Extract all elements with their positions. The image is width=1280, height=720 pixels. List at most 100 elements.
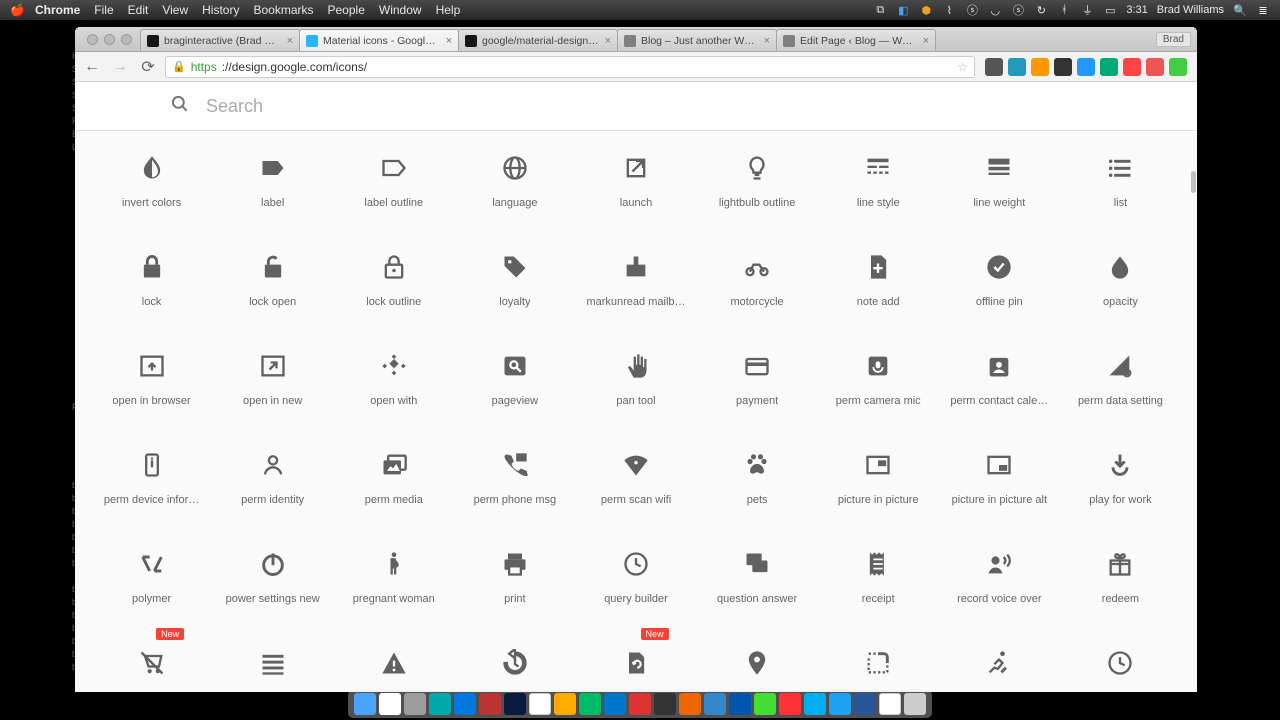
icon-item[interactable]: perm device infor… (91, 428, 212, 527)
icon-item[interactable]: room (697, 626, 818, 692)
dock-word[interactable] (854, 693, 876, 715)
icon-item[interactable]: line style (818, 131, 939, 230)
dock-app1[interactable] (429, 693, 451, 715)
dock-chrome[interactable] (529, 693, 551, 715)
app1-icon[interactable]: ◧ (896, 3, 910, 17)
icon-item[interactable]: perm contact cale… (939, 329, 1060, 428)
icon-item[interactable]: receipt (818, 527, 939, 626)
user-name[interactable]: Brad Williams (1157, 4, 1224, 16)
icon-item[interactable]: note add (818, 230, 939, 329)
menu-bookmarks[interactable]: Bookmarks (253, 3, 313, 17)
macos-dock[interactable] (348, 690, 932, 718)
browser-tab[interactable]: braginteractive (Brad Will…× (140, 29, 300, 51)
extension-icon[interactable] (1100, 58, 1118, 76)
menubar-app[interactable]: Chrome (35, 3, 80, 17)
icon-item[interactable]: perm phone msg (454, 428, 575, 527)
dock-finder[interactable] (354, 693, 376, 715)
menu-edit[interactable]: Edit (128, 3, 149, 17)
icon-item[interactable]: rounded corner (818, 626, 939, 692)
menu-file[interactable]: File (94, 3, 113, 17)
extension-icon[interactable] (1031, 58, 1049, 76)
icon-item[interactable]: open with (333, 329, 454, 428)
dock-app8[interactable] (754, 693, 776, 715)
icon-item[interactable]: Newremove shopping … (91, 626, 212, 692)
icon-item[interactable]: list (1060, 131, 1181, 230)
app2-icon[interactable]: ⬢ (919, 3, 933, 17)
forward-button[interactable]: → (109, 56, 131, 78)
dock-notes[interactable] (879, 693, 901, 715)
icon-item[interactable]: play for work (1060, 428, 1181, 527)
notifications-icon[interactable]: ≣ (1256, 3, 1270, 17)
bookmark-star-icon[interactable]: ☆ (957, 60, 968, 74)
icon-item[interactable]: power settings new (212, 527, 333, 626)
extension-icon[interactable] (1123, 58, 1141, 76)
icon-item[interactable]: offline pin (939, 230, 1060, 329)
icon-item[interactable]: launch (575, 131, 696, 230)
dock-app6[interactable] (679, 693, 701, 715)
menu-help[interactable]: Help (436, 3, 461, 17)
icon-item[interactable]: reorder (212, 626, 333, 692)
icon-item[interactable]: motorcycle (697, 230, 818, 329)
icon-item[interactable]: open in new (212, 329, 333, 428)
icon-item[interactable]: Newrestore page (575, 626, 696, 692)
battery-icon[interactable]: ▭ (1103, 3, 1117, 17)
close-tab-icon[interactable]: × (764, 35, 770, 47)
screenrec-icon[interactable]: ⧉ (873, 3, 887, 17)
icon-item[interactable]: pageview (454, 329, 575, 428)
dock-terminal[interactable] (654, 693, 676, 715)
address-bar[interactable]: 🔒 https://design.google.com/icons/ ☆ (165, 56, 975, 78)
dock-skype[interactable] (804, 693, 826, 715)
icon-item[interactable]: label outline (333, 131, 454, 230)
window-controls[interactable] (83, 34, 140, 51)
skype2-icon[interactable]: ⓢ (1011, 3, 1025, 17)
wifi-icon[interactable]: ⏚ (1080, 3, 1094, 17)
icon-item[interactable]: picture in picture (818, 428, 939, 527)
profile-badge[interactable]: Brad (1156, 32, 1191, 47)
icon-item[interactable]: report problem (333, 626, 454, 692)
icon-item[interactable]: label (212, 131, 333, 230)
icon-item[interactable]: print (454, 527, 575, 626)
dock-twitter[interactable] (829, 693, 851, 715)
icon-item[interactable]: language (454, 131, 575, 230)
apple-icon[interactable]: 🍎 (10, 3, 25, 17)
extension-icon[interactable] (1169, 58, 1187, 76)
clock[interactable]: 3:31 (1126, 4, 1147, 16)
icon-item[interactable]: line weight (939, 131, 1060, 230)
dock-trash[interactable] (904, 693, 926, 715)
dock-filezilla[interactable] (479, 693, 501, 715)
icon-item[interactable]: markunread mailb… (575, 230, 696, 329)
icon-item[interactable]: loyalty (454, 230, 575, 329)
dock-photoshop[interactable] (504, 693, 526, 715)
icon-item[interactable]: opacity (1060, 230, 1181, 329)
icon-grid-scroll[interactable]: invert colorslabellabel outlinelanguagel… (75, 131, 1197, 692)
close-tab-icon[interactable]: × (287, 35, 293, 47)
dock-app2[interactable] (454, 693, 476, 715)
dock-wordpress[interactable] (729, 693, 751, 715)
icon-item[interactable]: open in browser (91, 329, 212, 428)
dock-app4[interactable] (604, 693, 626, 715)
icon-item[interactable]: restore (454, 626, 575, 692)
dock-calendar[interactable] (379, 693, 401, 715)
dock-app9[interactable] (779, 693, 801, 715)
dock-firefox[interactable] (554, 693, 576, 715)
dock-app5[interactable] (629, 693, 651, 715)
search-input[interactable] (206, 96, 606, 117)
icon-item[interactable]: perm scan wifi (575, 428, 696, 527)
icon-item[interactable]: payment (697, 329, 818, 428)
icon-item[interactable]: query builder (575, 527, 696, 626)
icon-item[interactable]: redeem (1060, 527, 1181, 626)
headset-icon[interactable]: ◡ (988, 3, 1002, 17)
extension-icon[interactable] (1008, 58, 1026, 76)
extension-icon[interactable] (1054, 58, 1072, 76)
icon-item[interactable]: lock (91, 230, 212, 329)
menu-window[interactable]: Window (379, 3, 422, 17)
menu-people[interactable]: People (328, 3, 365, 17)
icon-item[interactable]: pregnant woman (333, 527, 454, 626)
reload-button[interactable]: ⟳ (137, 56, 159, 78)
icon-item[interactable]: lightbulb outline (697, 131, 818, 230)
icon-item[interactable]: pets (697, 428, 818, 527)
bluetooth-icon[interactable]: ᚼ (1057, 3, 1071, 17)
browser-tab[interactable]: Material icons - Google De× (299, 29, 459, 51)
dock-app3[interactable] (579, 693, 601, 715)
browser-tab[interactable]: Blog – Just another WordP× (617, 29, 777, 51)
